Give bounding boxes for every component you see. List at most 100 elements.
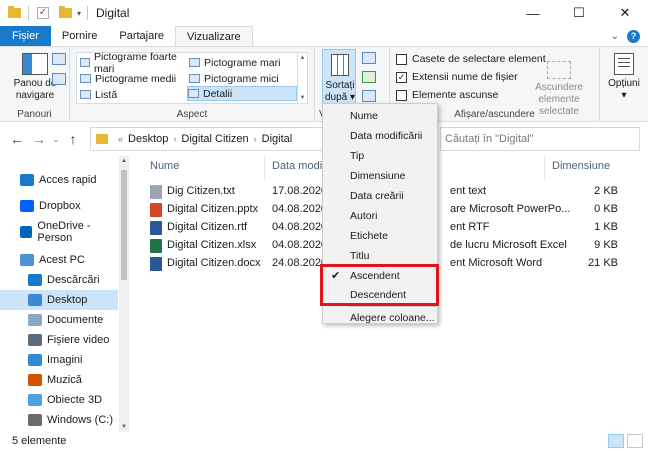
group-label-layout: Aspect <box>176 109 208 120</box>
layout-large-icons[interactable]: Pictograme mari <box>189 55 297 70</box>
checkbox[interactable] <box>396 53 407 65</box>
menu-item-sort-order[interactable]: Descendent <box>323 285 437 305</box>
details-pane-icon[interactable] <box>52 73 66 85</box>
sidebar-item[interactable]: Fișiere video <box>0 330 118 350</box>
scroll-thumb[interactable] <box>121 170 127 280</box>
sidebar-item[interactable]: Desktop <box>0 290 118 310</box>
checkbox-label: Extensii nume de fișier <box>412 71 518 83</box>
sidebar-item[interactable]: Documente <box>0 310 118 330</box>
hidden-items-toggle[interactable]: Elemente ascunse <box>396 89 498 101</box>
address-bar[interactable]: « Desktop › Digital Citizen › Digital <box>90 127 345 151</box>
menu-item-label: Data modificării <box>350 130 423 142</box>
minimize-button[interactable]: — <box>510 0 556 26</box>
menu-item-sort-field[interactable]: Data modificării <box>323 126 437 146</box>
sidebar-item[interactable]: Descărcări <box>0 270 118 290</box>
details-view-icon[interactable] <box>608 434 624 448</box>
chevron-right-icon[interactable]: › <box>254 134 257 144</box>
hide-selected-button[interactable]: Ascundere elemente selectate <box>520 61 598 118</box>
options-icon <box>614 53 634 75</box>
sidebar-item[interactable]: Windows (C:) <box>0 410 118 430</box>
sidebar-item[interactable]: Obiecte 3D <box>0 390 118 410</box>
group-by-icon[interactable] <box>362 52 376 64</box>
file-name: Digital Citizen.rtf <box>167 221 248 233</box>
help-icon[interactable]: ? <box>627 29 640 43</box>
layout-scroll[interactable]: ▲ ▼ <box>297 53 307 103</box>
layout-details[interactable]: Detalii <box>187 86 297 101</box>
navigation-pane-icon <box>22 53 48 75</box>
computer-icon <box>20 254 34 266</box>
up-arrow-icon[interactable]: ↑ <box>62 131 84 147</box>
sidebar-item-label: Windows (C:) <box>47 414 114 426</box>
recent-locations-icon[interactable]: ⌄ <box>50 135 62 144</box>
breadcrumb-item[interactable]: Digital <box>262 133 293 145</box>
sidebar-scrollbar[interactable]: ▲ ▼ <box>119 156 129 432</box>
breadcrumb-item[interactable]: Digital Citizen <box>181 133 248 145</box>
3d-objects-icon <box>28 394 42 406</box>
column-divider[interactable] <box>264 156 265 180</box>
menu-item-label: Descendent <box>350 289 407 301</box>
chevron-left-icon[interactable]: « <box>118 134 123 144</box>
column-header-date[interactable]: Data modif <box>272 160 325 172</box>
menu-item-label: Alegere coloane... <box>350 312 435 324</box>
sidebar-item-label: Obiecte 3D <box>47 394 103 406</box>
preview-pane-icon[interactable] <box>52 53 66 65</box>
column-header-size[interactable]: Dimensiune <box>552 160 610 172</box>
options-button[interactable]: Opțiuni ▾ <box>604 53 644 102</box>
tab-view[interactable]: Vizualizare <box>175 26 253 46</box>
layout-extra-large-icons[interactable]: Pictograme foarte mari <box>80 51 188 75</box>
menu-item-sort-field[interactable]: Nume <box>323 106 437 126</box>
checkbox-checked[interactable]: ✓ <box>396 71 407 83</box>
chevron-down-icon[interactable]: ⌄ <box>611 31 619 42</box>
properties-check-icon[interactable]: ✓ <box>35 5 51 21</box>
breadcrumb-item[interactable]: Desktop <box>128 133 168 145</box>
menu-item-sort-field[interactable]: Etichete <box>323 226 437 246</box>
menu-item-choose-columns[interactable]: Alegere coloane... <box>323 308 437 328</box>
sidebar-item[interactable]: Acest PC <box>0 250 118 270</box>
sidebar-item[interactable]: Muzică <box>0 370 118 390</box>
sidebar-item[interactable]: Acces rapid <box>0 170 118 190</box>
size-columns-icon[interactable] <box>362 90 376 102</box>
sort-by-button[interactable]: Sortați după ▾ <box>322 49 356 107</box>
new-folder-icon[interactable] <box>57 5 73 21</box>
file-extensions-toggle[interactable]: ✓ Extensii nume de fișier <box>396 71 518 83</box>
column-divider[interactable] <box>544 156 545 180</box>
large-icons-view-icon[interactable] <box>627 434 643 448</box>
quick-access-dropdown-icon[interactable]: ▾ <box>77 9 81 18</box>
forward-arrow-icon[interactable]: → <box>28 131 50 147</box>
menu-item-sort-field[interactable]: Tip <box>323 146 437 166</box>
menu-item-sort-field[interactable]: Autori <box>323 206 437 226</box>
chevron-down-icon: ▾ <box>621 90 627 101</box>
file-name: Digital Citizen.xlsx <box>167 239 257 251</box>
scroll-up-icon[interactable]: ▲ <box>300 55 306 61</box>
scroll-down-icon[interactable]: ▼ <box>300 95 306 101</box>
file-name: Dig Citizen.txt <box>167 185 235 197</box>
scroll-up-icon[interactable]: ▲ <box>119 158 129 164</box>
download-icon <box>28 274 42 286</box>
back-arrow-icon[interactable]: ← <box>6 131 28 147</box>
menu-item-sort-field[interactable]: Titlu <box>323 246 437 266</box>
scroll-down-icon[interactable]: ▼ <box>119 424 129 430</box>
cloud-icon <box>20 226 33 238</box>
tab-file[interactable]: Fișier <box>0 26 51 46</box>
sidebar-item[interactable]: Imagini <box>0 350 118 370</box>
checkmark-icon: ✔ <box>331 270 341 282</box>
close-button[interactable]: ✕ <box>602 0 648 26</box>
sidebar-item[interactable]: Dropbox <box>0 196 118 216</box>
layout-medium-icons[interactable]: Pictograme medii <box>80 71 188 86</box>
layout-list[interactable]: Listă <box>80 87 188 102</box>
menu-item-sort-field[interactable]: Dimensiune <box>323 166 437 186</box>
checkbox[interactable] <box>396 89 407 101</box>
chevron-right-icon[interactable]: › <box>173 134 176 144</box>
search-input[interactable]: Căutați în "Digital" <box>440 127 640 151</box>
maximize-button[interactable]: ☐ <box>556 0 602 26</box>
sidebar-item-label: Imagini <box>47 354 83 366</box>
tab-home[interactable]: Pornire <box>51 26 108 46</box>
hide-selected-icon <box>547 61 571 79</box>
layout-small-icons[interactable]: Pictograme mici <box>189 71 297 86</box>
menu-item-sort-field[interactable]: Data creării <box>323 186 437 206</box>
sidebar-item[interactable]: OneDrive - Person <box>0 220 118 244</box>
menu-item-sort-order[interactable]: ✔ Ascendent <box>323 266 437 286</box>
tab-share[interactable]: Partajare <box>108 26 175 46</box>
add-columns-icon[interactable] <box>362 71 376 83</box>
column-header-name[interactable]: Nume <box>150 160 179 172</box>
